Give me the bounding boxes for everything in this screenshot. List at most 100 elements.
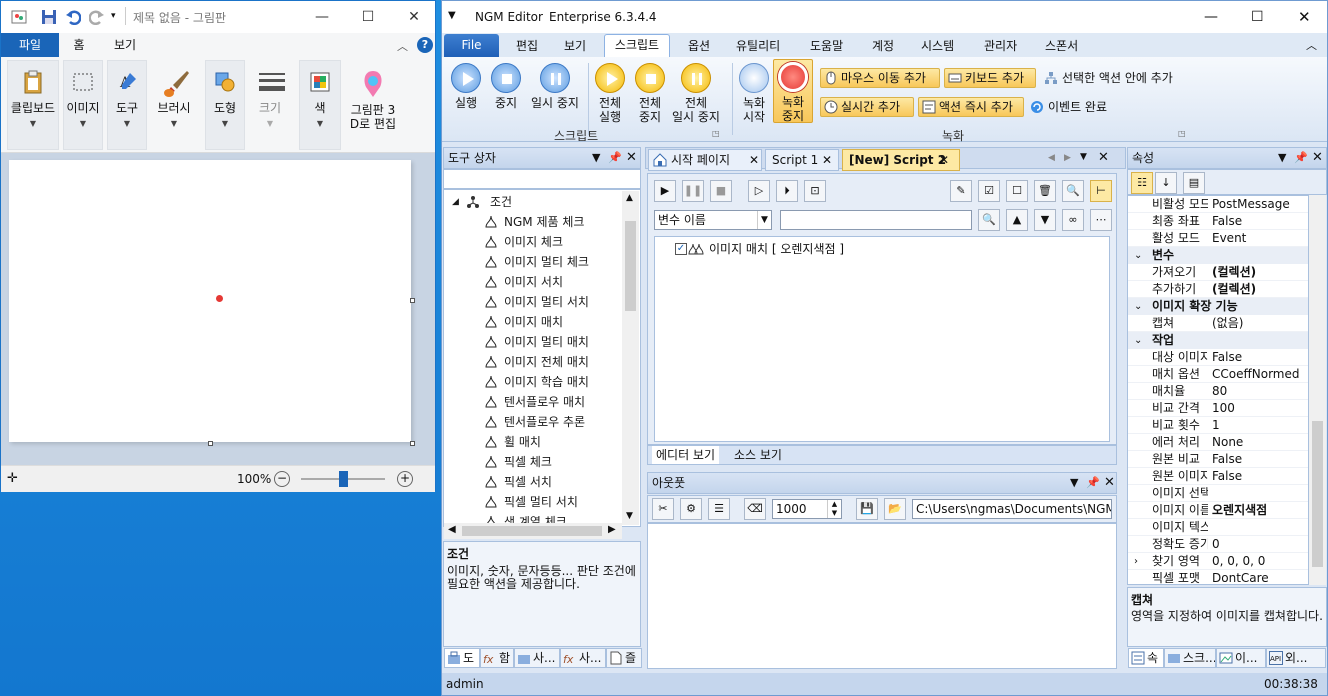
panel-close-icon[interactable]: ✕ xyxy=(1104,473,1115,493)
property-row[interactable]: 원본 비교 False xyxy=(1128,451,1308,468)
spinner-icon[interactable]: ▲ ▼ xyxy=(827,500,841,518)
save-icon[interactable] xyxy=(41,9,57,25)
bottom-tab-favorites[interactable]: 즐 xyxy=(606,648,642,668)
scroll-right-icon[interactable]: ▶ xyxy=(608,524,616,535)
resize-handle-corner[interactable] xyxy=(410,441,415,446)
property-row[interactable]: 에러 처리 None xyxy=(1128,434,1308,451)
property-row[interactable]: 원본 이미지 False xyxy=(1128,468,1308,485)
add-action-now-button[interactable]: 액션 즉시 추가 xyxy=(918,97,1024,117)
zoom-in-button[interactable]: + xyxy=(397,471,413,487)
loop-icon[interactable]: ∞ xyxy=(1062,209,1084,231)
menu-script[interactable]: 스크립트 xyxy=(604,34,670,58)
tab-close-icon[interactable]: ✕ xyxy=(939,150,949,170)
chevron-down-icon[interactable]: ▼ xyxy=(757,211,771,229)
brush-group[interactable]: 브러시 ▼ xyxy=(151,60,197,150)
menu-edit[interactable]: 편집 xyxy=(516,37,538,54)
property-row[interactable]: 픽셀 포맷 DontCare xyxy=(1128,570,1308,584)
panel-close-icon[interactable]: ✕ xyxy=(1312,148,1323,168)
paint3d-group[interactable]: 그림판 3 D로 편집 xyxy=(345,60,401,150)
variable-select[interactable]: 변수 이름 ▼ xyxy=(654,210,772,230)
collapse-icon[interactable]: ⌄ xyxy=(1134,247,1142,264)
property-row[interactable]: 가져오기 (컬렉션) xyxy=(1128,264,1308,281)
zoom-slider-thumb[interactable] xyxy=(339,471,348,487)
tab-new-script-2[interactable]: [New] Script 2 ✕ xyxy=(842,149,960,171)
collapse-ribbon-icon[interactable]: ︿ xyxy=(1306,37,1317,53)
collapse-icon[interactable]: ⌄ xyxy=(1134,298,1142,315)
ngm-maximize-button[interactable]: ☐ xyxy=(1251,9,1264,25)
property-row[interactable]: 대상 이미지 False xyxy=(1128,349,1308,366)
event-complete-button[interactable]: 이벤트 완료 xyxy=(1028,98,1107,116)
property-value[interactable]: 0 xyxy=(1212,536,1220,552)
toolbox-scrollbar[interactable]: ▲ ▼ xyxy=(622,191,639,525)
panel-close-icon[interactable]: ✕ xyxy=(626,148,637,168)
search-up-button[interactable]: ▲ xyxy=(1006,209,1028,231)
tab-start-page[interactable]: 시작 페이지 ✕ xyxy=(648,149,762,171)
editor-step-button[interactable]: ▷ xyxy=(748,180,770,202)
action-checkbox[interactable]: ✓ xyxy=(675,243,687,255)
check-all-button[interactable]: ☑ xyxy=(978,180,1000,202)
property-row[interactable]: 비교 횟수 1 xyxy=(1128,417,1308,434)
toolbox-item[interactable]: 이미지 멀티 서치 xyxy=(480,292,630,312)
property-value[interactable]: False xyxy=(1212,349,1242,365)
ngm-close-button[interactable]: ✕ xyxy=(1298,8,1311,26)
properties-scrollbar[interactable] xyxy=(1309,195,1326,585)
resize-handle-right[interactable] xyxy=(410,298,415,303)
add-keyboard-button[interactable]: 키보드 추가 xyxy=(944,68,1036,88)
menu-view[interactable]: 보기 xyxy=(564,37,586,54)
tree-view-button[interactable]: ⊢ xyxy=(1090,180,1112,202)
editor-stop-button[interactable]: ■ xyxy=(710,180,732,202)
categorized-button[interactable]: ☷ xyxy=(1131,172,1153,194)
add-realtime-button[interactable]: 실시간 추가 xyxy=(820,97,914,117)
toolbox-item[interactable]: 픽셀 멀티 서치 xyxy=(480,492,630,512)
resize-handle-bottom[interactable] xyxy=(208,441,213,446)
toolbox-item[interactable]: 휠 매치 xyxy=(480,432,630,452)
delete-button[interactable]: 🗑 xyxy=(1034,180,1056,202)
dialog-launcher-icon[interactable]: ◳ xyxy=(712,129,720,138)
toolbox-item[interactable]: 이미지 학습 매치 xyxy=(480,372,630,392)
dialog-launcher-icon[interactable]: ◳ xyxy=(1178,129,1186,138)
property-value[interactable]: False xyxy=(1212,451,1242,467)
property-value[interactable]: (컬렉션) xyxy=(1212,264,1256,280)
clear-filter-button[interactable]: ✂ xyxy=(652,498,674,520)
property-pages-button[interactable]: ▤ xyxy=(1183,172,1205,194)
uncheck-button[interactable]: ☐ xyxy=(1006,180,1028,202)
property-value[interactable]: False xyxy=(1212,468,1242,484)
bottom-tab-function[interactable]: fx 함 xyxy=(480,648,514,668)
toolbox-item[interactable]: NGM 제품 체크 xyxy=(480,212,630,232)
save-log-button[interactable]: 💾 xyxy=(856,498,878,520)
property-value[interactable]: PostMessage xyxy=(1212,196,1290,212)
maximize-button[interactable]: ☐ xyxy=(345,1,391,33)
pause-button[interactable]: 일시 중지 xyxy=(526,61,584,110)
property-value[interactable]: 오렌지색점 xyxy=(1212,502,1267,518)
toolbox-item[interactable]: 이미지 전체 매치 xyxy=(480,352,630,372)
menu-help[interactable]: 도움말 xyxy=(810,37,843,54)
collapse-icon[interactable]: ⌄ xyxy=(1134,332,1142,349)
toolbox-item[interactable]: 픽셀 서치 xyxy=(480,472,630,492)
menu-utility[interactable]: 유틸리티 xyxy=(736,37,780,54)
panel-menu-icon[interactable]: ▼ xyxy=(592,148,600,168)
panel-menu-icon[interactable]: ▼ xyxy=(1278,148,1286,168)
property-row[interactable]: 이미지 텍스트 xyxy=(1128,519,1308,536)
property-row[interactable]: › 찾기 영역 0, 0, 0, 0 xyxy=(1128,553,1308,570)
clipboard-group[interactable]: 클립보드 ▼ xyxy=(7,60,59,150)
bottom-tab-toolbox[interactable]: 도 xyxy=(444,648,480,668)
toolbox-item[interactable]: 이미지 체크 xyxy=(480,232,630,252)
property-value[interactable]: None xyxy=(1212,434,1243,450)
property-value[interactable]: (컬렉션) xyxy=(1212,281,1256,297)
scroll-thumb[interactable] xyxy=(1312,421,1323,567)
toolbox-item[interactable]: 이미지 서치 xyxy=(480,272,630,292)
tree-root-condition[interactable]: ◢ 조건 xyxy=(452,192,622,212)
stop-button[interactable]: 중지 xyxy=(486,61,526,110)
tools-group[interactable]: A 도구 ▼ xyxy=(107,60,147,150)
editor-step-over-button[interactable]: ⊡ xyxy=(804,180,826,202)
property-row[interactable]: 매치 옵션 CCoeffNormed xyxy=(1128,366,1308,383)
bottom-tab-user[interactable]: 사... xyxy=(514,648,560,668)
tab-scroll-left-icon[interactable]: ◀ xyxy=(1048,153,1055,163)
scroll-down-icon[interactable]: ▼ xyxy=(626,511,633,521)
tab-list-icon[interactable]: ▼ xyxy=(1080,152,1087,162)
menu-system[interactable]: 시스템 xyxy=(921,37,954,54)
size-group[interactable]: 크기 ▼ xyxy=(249,60,291,150)
property-value[interactable]: CCoeffNormed xyxy=(1212,366,1299,382)
bottom-tab-user-fn[interactable]: fx 사... xyxy=(560,648,606,668)
run-all-button[interactable]: 전체 실행 xyxy=(590,61,630,124)
